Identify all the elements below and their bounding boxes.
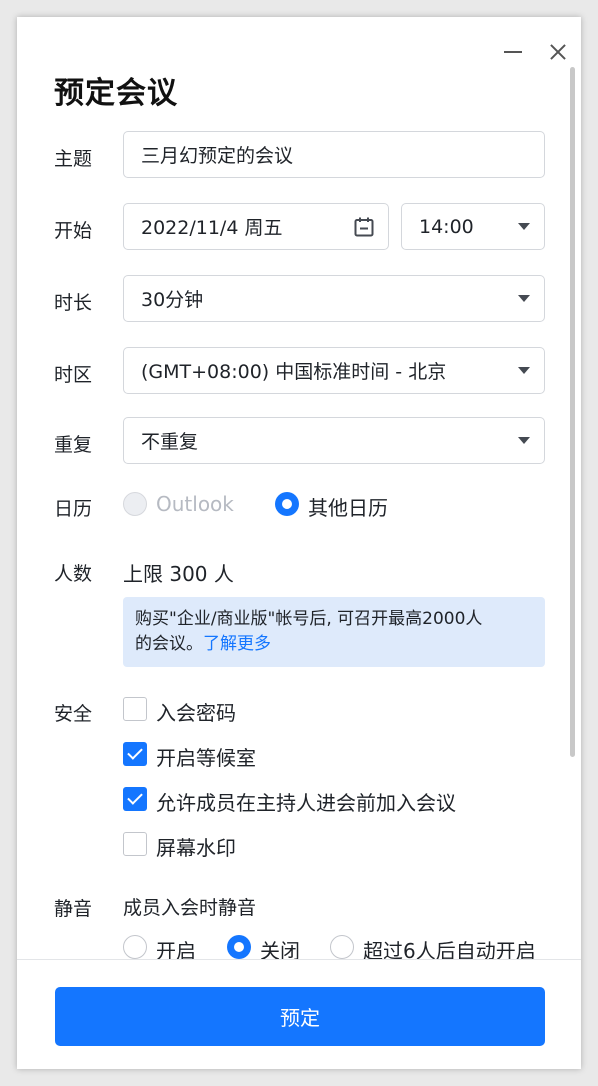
calendar-icon[interactable]	[353, 216, 375, 238]
mute-off-radio[interactable]	[227, 935, 251, 959]
topic-value: 三月幻预定的会议	[141, 145, 294, 167]
timezone-label: 时区	[54, 364, 93, 386]
close-icon[interactable]	[547, 41, 569, 63]
scrollbar[interactable]	[570, 67, 575, 757]
timezone-select[interactable]: (GMT+08:00) 中国标准时间 - 北京	[123, 347, 545, 394]
dialog-footer: 预定	[17, 959, 581, 1069]
chevron-down-icon	[518, 295, 530, 302]
upgrade-info-line2-wrap: 的会议。了解更多	[135, 632, 533, 657]
start-time-select[interactable]: 14:00	[401, 203, 545, 250]
calendar-other-radio[interactable]	[275, 492, 299, 516]
minimize-icon[interactable]	[502, 41, 524, 63]
duration-select[interactable]: 30分钟	[123, 275, 545, 322]
schedule-button[interactable]: 预定	[55, 987, 545, 1046]
screen-watermark-checkbox[interactable]	[123, 832, 147, 856]
duration-label: 时长	[54, 292, 93, 314]
upgrade-info-line1: 购买"企业/商业版"帐号后, 可召开最高2000人	[135, 609, 483, 629]
chevron-down-icon	[518, 437, 530, 444]
duration-value: 30分钟	[141, 289, 204, 311]
chevron-down-icon	[518, 223, 530, 230]
topic-label: 主题	[54, 148, 93, 170]
join-before-host-label: 允许成员在主持人进会前加入会议	[156, 791, 456, 815]
calendar-outlook-label: Outlook	[156, 492, 234, 516]
topic-input[interactable]: 三月幻预定的会议	[123, 131, 545, 178]
repeat-select[interactable]: 不重复	[123, 417, 545, 464]
mute-sublabel: 成员入会时静音	[123, 897, 257, 919]
mute-auto-radio[interactable]	[330, 935, 354, 959]
mute-on-radio[interactable]	[123, 935, 147, 959]
start-label: 开始	[54, 220, 93, 242]
security-label: 安全	[54, 703, 93, 725]
start-time-value: 14:00	[419, 215, 474, 238]
start-date-picker[interactable]: 2022/11/4 周五	[123, 203, 389, 250]
upgrade-info-line2: 的会议。	[135, 634, 203, 654]
meeting-password-checkbox[interactable]	[123, 697, 147, 721]
dialog-title: 预定会议	[54, 76, 178, 111]
waiting-room-checkbox[interactable]	[123, 742, 147, 766]
waiting-room-label: 开启等候室	[156, 746, 256, 770]
learn-more-link[interactable]: 了解更多	[203, 634, 271, 654]
calendar-outlook-radio[interactable]	[123, 492, 147, 516]
calendar-other-label: 其他日历	[308, 496, 388, 520]
calendar-label: 日历	[54, 498, 93, 520]
join-before-host-checkbox[interactable]	[123, 787, 147, 811]
chevron-down-icon	[518, 367, 530, 374]
screen-watermark-label: 屏幕水印	[156, 836, 236, 860]
repeat-label: 重复	[54, 434, 93, 456]
timezone-value: (GMT+08:00) 中国标准时间 - 北京	[141, 361, 447, 383]
mute-label: 静音	[54, 898, 93, 920]
repeat-value: 不重复	[141, 431, 199, 453]
meeting-password-label: 入会密码	[156, 701, 236, 725]
upgrade-info-box: 购买"企业/商业版"帐号后, 可召开最高2000人 的会议。了解更多	[123, 597, 545, 667]
schedule-meeting-dialog: 预定会议 主题 三月幻预定的会议 开始 2022/11/4 周五 14:00 时…	[17, 17, 581, 1069]
capacity-value: 上限 300 人	[123, 562, 234, 586]
capacity-label: 人数	[54, 563, 93, 585]
start-date-value: 2022/11/4 周五	[141, 217, 283, 239]
